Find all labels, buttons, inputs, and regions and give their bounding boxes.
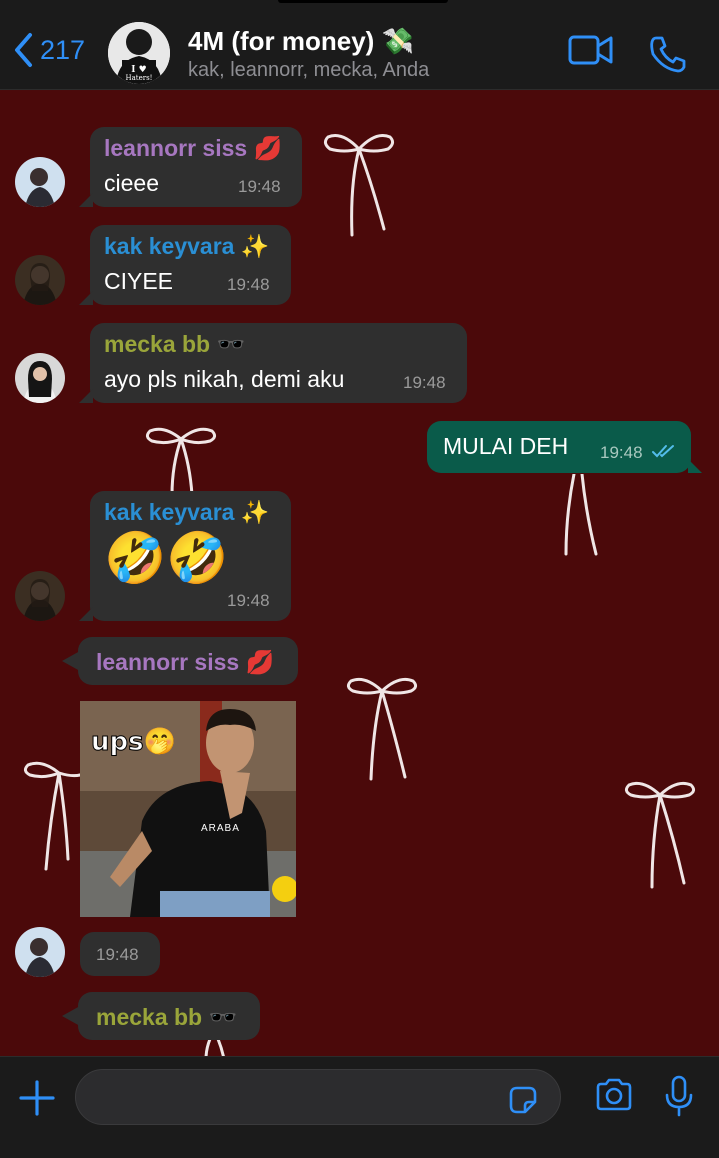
unread-count: 217 xyxy=(40,34,86,65)
video-call-button[interactable] xyxy=(568,34,614,71)
bow-decoration xyxy=(23,761,82,871)
message-text: cieee xyxy=(104,170,159,196)
message-bubble[interactable]: mecka bb 🕶️ ayo pls nikah, demi aku 19:4… xyxy=(79,323,467,403)
outgoing-message-bubble[interactable]: MULAI DEH 19:48 xyxy=(427,421,702,473)
chat-area[interactable]: leannorr siss 💋 cieee 19:48 kak keyvara … xyxy=(0,91,719,1056)
back-chevron-icon xyxy=(15,33,32,67)
avatar-image xyxy=(15,353,65,403)
message-emoji: 🤣🤣 xyxy=(104,530,229,586)
chat-header: 217 I ♥ Haters! 4M (for money) 💸 kak, le… xyxy=(0,0,719,90)
message-text: ayo pls nikah, demi aku xyxy=(104,366,345,392)
bow-decoration xyxy=(145,427,217,495)
message-time: 19:48 xyxy=(227,591,270,610)
message-bubble[interactable]: leannorr siss 💋 cieee 19:48 xyxy=(79,127,302,207)
sticker-image[interactable]: ups🤭 ARABA xyxy=(80,701,296,917)
message-text: CIYEE xyxy=(104,268,174,294)
avatar[interactable] xyxy=(15,353,65,403)
message-input[interactable] xyxy=(75,1069,561,1125)
sender-name: mecka bb 🕶️ xyxy=(96,1004,238,1030)
plus-icon xyxy=(19,1080,55,1116)
message-bubble[interactable]: kak keyvara ✨ CIYEE 19:48 xyxy=(79,225,291,305)
message-time: 19:48 xyxy=(600,443,643,462)
avatar-image xyxy=(15,571,65,621)
sender-label-bubble: leannorr siss 💋 xyxy=(62,637,298,685)
back-button[interactable]: 217 xyxy=(12,32,85,68)
camera-button[interactable] xyxy=(594,1077,634,1118)
video-call-icon xyxy=(568,35,613,65)
sticker-shirt-text: ARABA xyxy=(201,823,240,834)
avatar[interactable] xyxy=(15,157,65,207)
avatar[interactable] xyxy=(15,927,65,977)
message-bubble[interactable]: kak keyvara ✨ 🤣🤣 19:48 xyxy=(79,491,291,621)
sticker-time-bubble: 19:48 xyxy=(80,932,160,976)
avatar[interactable] xyxy=(15,571,65,621)
sender-name: leannorr siss 💋 xyxy=(104,135,283,161)
group-name[interactable]: 4M (for money) 💸 xyxy=(188,26,414,57)
camera-icon xyxy=(596,1078,632,1111)
phone-call-icon xyxy=(650,36,686,73)
double-check-icon xyxy=(652,445,674,458)
bow-decoration xyxy=(564,474,598,556)
bow-decoration xyxy=(323,134,395,237)
message-text: MULAI DEH xyxy=(443,433,569,459)
sender-name: kak keyvara ✨ xyxy=(104,499,270,525)
message-composer xyxy=(0,1056,719,1158)
group-members[interactable]: kak, leannorr, mecka, Anda xyxy=(188,59,429,82)
sticker-button[interactable] xyxy=(507,1084,539,1121)
sender-label-bubble: mecka bb 🕶️ xyxy=(62,992,260,1040)
attach-button[interactable] xyxy=(18,1079,56,1122)
avatar-image xyxy=(15,255,65,305)
sender-name: kak keyvara ✨ xyxy=(104,233,270,259)
sticker-icon xyxy=(509,1086,537,1114)
avatar-image xyxy=(15,157,65,207)
voice-message-button[interactable] xyxy=(662,1075,696,1122)
sender-name: leannorr siss 💋 xyxy=(96,649,275,675)
bow-decoration xyxy=(346,677,418,781)
status-notch xyxy=(278,0,448,3)
message-time: 19:48 xyxy=(96,945,139,964)
sender-name: mecka bb 🕶️ xyxy=(104,331,246,357)
message-time: 19:48 xyxy=(238,177,281,196)
sticker-caption: ups🤭 xyxy=(91,727,177,758)
voice-call-button[interactable] xyxy=(648,34,688,79)
bow-decoration xyxy=(624,781,696,889)
group-avatar[interactable]: I ♥ Haters! xyxy=(108,22,170,84)
microphone-icon xyxy=(665,1075,693,1117)
message-time: 19:48 xyxy=(227,275,270,294)
message-time: 19:48 xyxy=(403,373,446,392)
avatar[interactable] xyxy=(15,255,65,305)
svg-text:Haters!: Haters! xyxy=(126,74,153,82)
avatar-image xyxy=(15,927,65,977)
group-avatar-image: I ♥ Haters! xyxy=(108,22,170,84)
